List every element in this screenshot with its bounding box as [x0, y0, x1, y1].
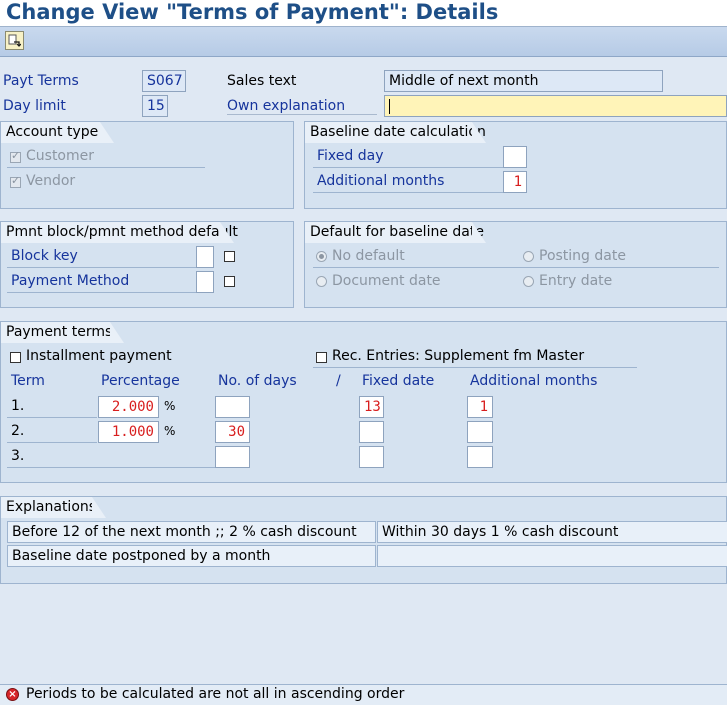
- fixed-date-header: Fixed date: [362, 373, 435, 389]
- term-1-additional-months-field[interactable]: 1: [467, 396, 493, 418]
- explanation-line-2-left: Baseline date postponed by a month: [7, 545, 376, 567]
- error-icon: ×: [6, 688, 19, 701]
- slash-header: /: [336, 373, 341, 389]
- document-date-label: Document date: [332, 273, 441, 289]
- installment-label: Installment payment: [26, 348, 172, 364]
- baseline-calculation-title: Baseline date calculation: [305, 122, 486, 143]
- fixed-day-field[interactable]: [503, 146, 527, 168]
- additional-months-label: Additional months: [317, 173, 445, 189]
- block-key-checkbox[interactable]: [224, 251, 235, 262]
- term-3-label: 3.: [11, 448, 25, 464]
- installment-checkbox[interactable]: [10, 352, 21, 363]
- divider: [7, 417, 97, 418]
- no-default-radio[interactable]: [316, 251, 327, 262]
- term-2-percentage-field[interactable]: 1.000: [98, 421, 159, 443]
- divider: [313, 192, 503, 193]
- term-1-days-field[interactable]: [215, 396, 250, 418]
- divider: [7, 292, 197, 293]
- payment-method-checkbox[interactable]: [224, 276, 235, 287]
- no-default-label: No default: [332, 248, 405, 264]
- payment-method-label: Payment Method: [11, 273, 130, 289]
- divider: [313, 367, 637, 368]
- sales-text-label: Sales text: [227, 73, 297, 89]
- term-3-days-field[interactable]: [215, 446, 250, 468]
- account-type-group: Account type Customer Vendor: [0, 121, 294, 209]
- divider: [313, 267, 719, 268]
- own-explanation-field[interactable]: [384, 95, 727, 117]
- term-2-fixed-date-field[interactable]: [359, 421, 384, 443]
- document-date-radio[interactable]: [316, 276, 327, 287]
- divider: [7, 267, 197, 268]
- display-change-icon[interactable]: [5, 31, 24, 50]
- day-limit-field[interactable]: 15: [142, 95, 168, 117]
- term-3-additional-months-field[interactable]: [467, 446, 493, 468]
- divider: [7, 442, 97, 443]
- percent-sign: %: [164, 399, 176, 413]
- additional-months-field[interactable]: 1: [503, 171, 527, 193]
- divider: [313, 167, 503, 168]
- block-key-label: Block key: [11, 248, 78, 264]
- payment-terms-group: Payment terms Installment payment Rec. E…: [0, 321, 727, 483]
- status-bar: × Periods to be calculated are not all i…: [0, 684, 727, 705]
- entry-date-radio[interactable]: [523, 276, 534, 287]
- term-2-days-field[interactable]: 30: [215, 421, 250, 443]
- explanation-line-1-right: Within 30 days 1 % cash discount: [377, 521, 727, 543]
- account-type-title: Account type: [1, 122, 114, 143]
- title-bar: Change View "Terms of Payment": Details: [0, 0, 727, 27]
- status-message[interactable]: Periods to be calculated are not all in …: [26, 686, 404, 702]
- block-key-field[interactable]: [196, 246, 214, 268]
- payt-terms-label: Payt Terms: [3, 73, 79, 89]
- sales-text-field[interactable]: Middle of next month: [384, 70, 663, 92]
- term-1-label: 1.: [11, 398, 25, 414]
- entry-date-label: Entry date: [539, 273, 613, 289]
- baseline-calculation-group: Baseline date calculation Fixed day Addi…: [304, 121, 727, 209]
- customer-label: Customer: [26, 148, 95, 164]
- divider: [7, 167, 205, 168]
- payment-block-title: Pmnt block/pmnt method default: [1, 222, 238, 243]
- rec-entries-label: Rec. Entries: Supplement fm Master: [332, 348, 585, 364]
- default-baseline-group: Default for baseline date No default Pos…: [304, 221, 727, 308]
- fixed-day-label: Fixed day: [317, 148, 384, 164]
- term-3-fixed-date-field[interactable]: [359, 446, 384, 468]
- text-cursor: [389, 98, 390, 114]
- term-2-label: 2.: [11, 423, 25, 439]
- vendor-label: Vendor: [26, 173, 76, 189]
- payt-terms-field[interactable]: S067: [142, 70, 186, 92]
- explanations-title: Explanations: [1, 497, 106, 518]
- customer-checkbox[interactable]: [10, 149, 21, 163]
- explanations-group: Explanations Before 12 of the next month…: [0, 496, 727, 584]
- percentage-header: Percentage: [101, 373, 180, 389]
- payment-terms-title: Payment terms: [1, 322, 124, 343]
- posting-date-radio[interactable]: [523, 251, 534, 262]
- explanation-line-2-right: [377, 545, 727, 567]
- rec-entries-checkbox[interactable]: [316, 352, 327, 363]
- vendor-checkbox[interactable]: [10, 174, 21, 188]
- term-header: Term: [11, 373, 45, 389]
- divider: [7, 467, 215, 468]
- payment-block-group: Pmnt block/pmnt method default Block key…: [0, 221, 294, 308]
- page-title: Change View "Terms of Payment": Details: [6, 0, 499, 24]
- own-explanation-label: Own explanation: [227, 98, 377, 115]
- no-of-days-header: No. of days: [218, 373, 297, 389]
- day-limit-label: Day limit: [3, 98, 66, 114]
- payment-method-field[interactable]: [196, 271, 214, 293]
- application-toolbar: [0, 27, 727, 57]
- additional-months-header: Additional months: [470, 373, 598, 389]
- default-baseline-title: Default for baseline date: [305, 222, 486, 243]
- posting-date-label: Posting date: [539, 248, 626, 264]
- percent-sign: %: [164, 424, 176, 438]
- term-1-percentage-field[interactable]: 2.000: [98, 396, 159, 418]
- term-2-additional-months-field[interactable]: [467, 421, 493, 443]
- explanation-line-1-left: Before 12 of the next month ;; 2 % cash …: [7, 521, 376, 543]
- term-1-fixed-date-field[interactable]: 13: [359, 396, 384, 418]
